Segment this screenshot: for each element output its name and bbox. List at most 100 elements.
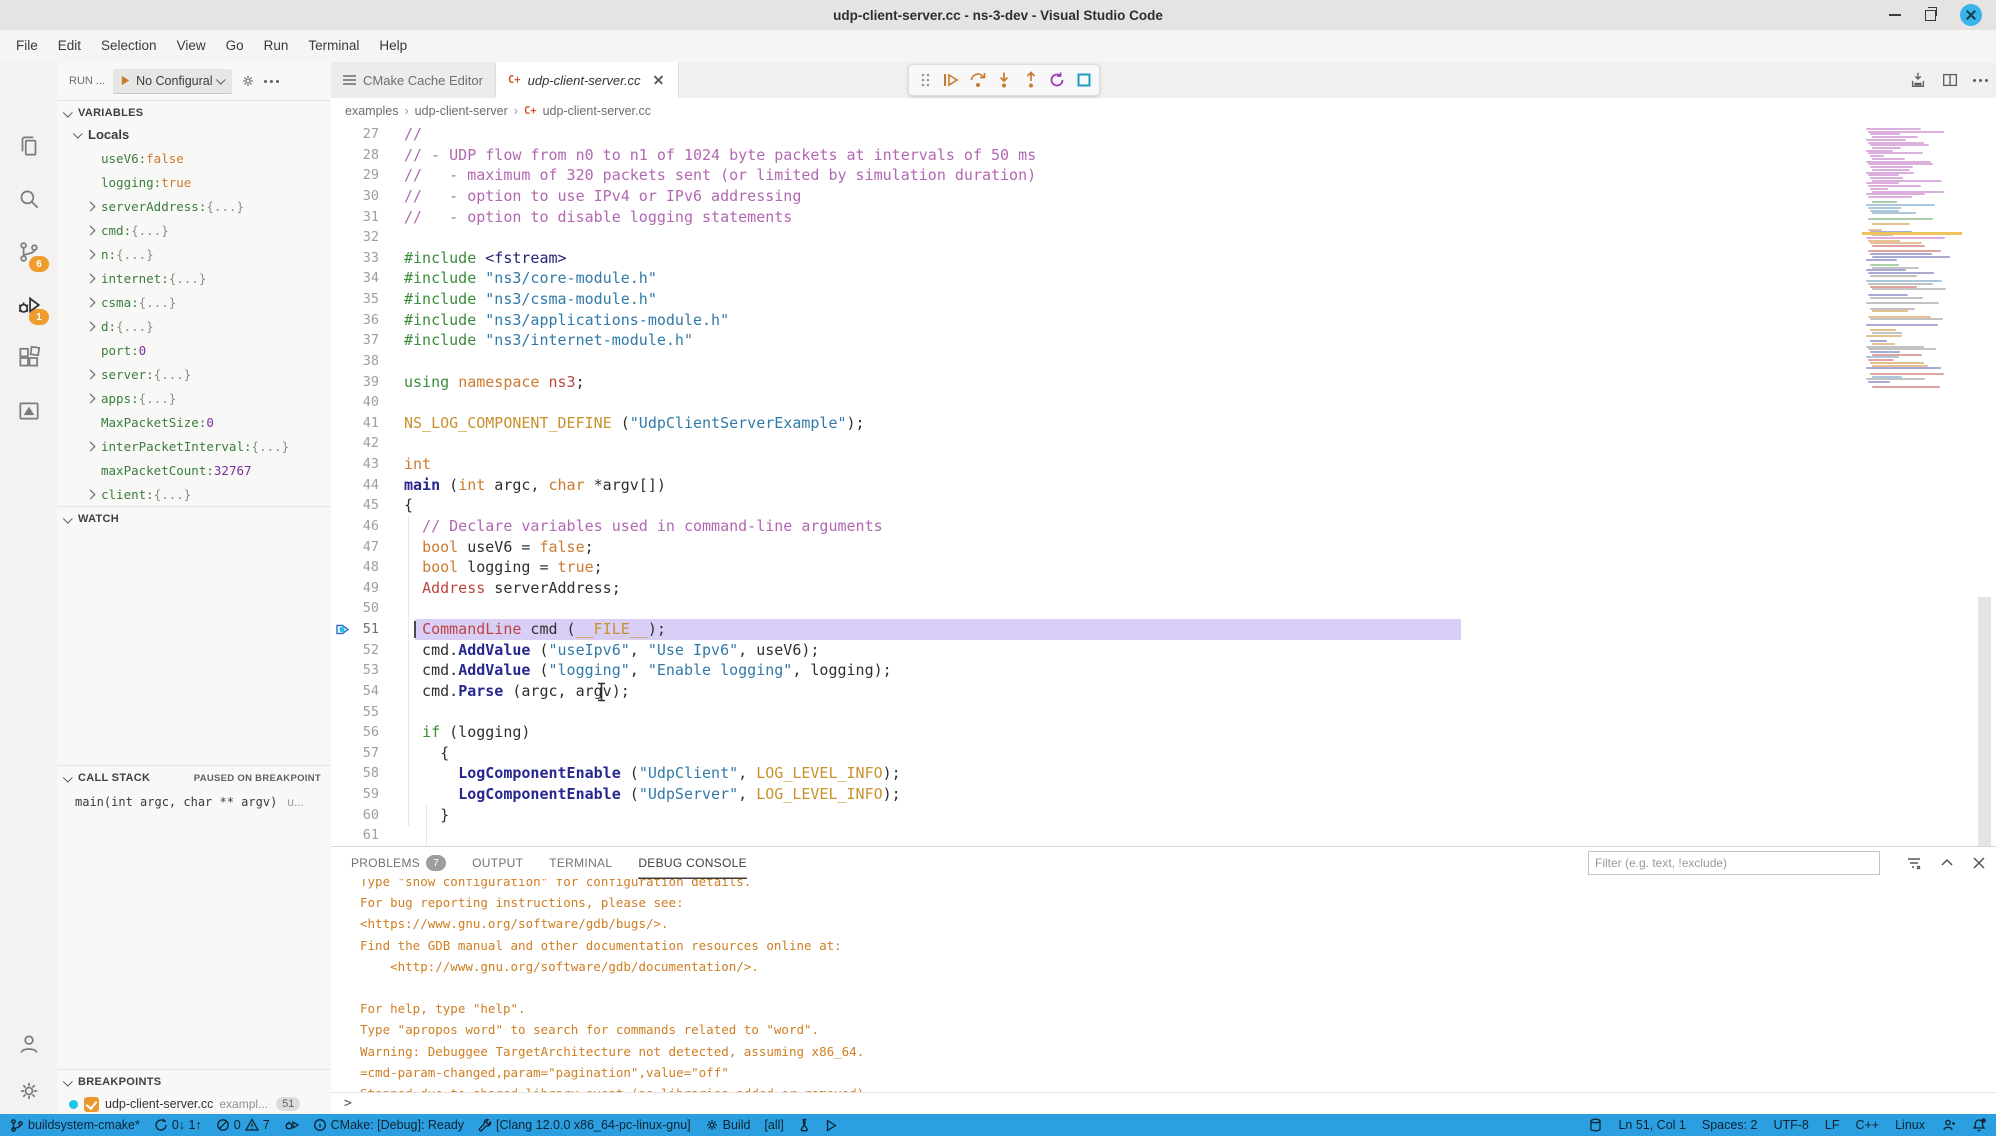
breadcrumb-item[interactable]: udp-client-server bbox=[415, 104, 508, 118]
run-and-debug-icon[interactable]: 1 bbox=[0, 281, 57, 329]
breakpoint-checkbox[interactable] bbox=[84, 1097, 99, 1112]
gutter[interactable] bbox=[379, 743, 404, 764]
tab-debug-console[interactable]: DEBUG CONSOLE bbox=[638, 847, 747, 879]
variable-row[interactable]: port: 0 bbox=[57, 338, 331, 362]
cmake-status[interactable]: CMake: [Debug]: Ready bbox=[313, 1118, 464, 1132]
remote-cache-indicator[interactable] bbox=[1589, 1118, 1602, 1132]
line-number[interactable]: 30 bbox=[331, 186, 379, 207]
variable-row[interactable]: server: {...} bbox=[57, 362, 331, 386]
line-number[interactable]: 41 bbox=[331, 413, 379, 434]
code-line[interactable]: 50 bbox=[331, 598, 1996, 619]
code-line[interactable]: 37#include "ns3/internet-module.h" bbox=[331, 330, 1996, 351]
gutter[interactable] bbox=[379, 537, 404, 558]
line-number[interactable]: 47 bbox=[331, 537, 379, 558]
gutter[interactable] bbox=[379, 763, 404, 784]
line-number[interactable]: 32 bbox=[331, 227, 379, 248]
manage-gear-icon[interactable] bbox=[0, 1067, 57, 1115]
menu-run[interactable]: Run bbox=[254, 30, 299, 62]
code-line[interactable]: 51 CommandLine cmd (__FILE__); bbox=[331, 619, 1996, 640]
gutter[interactable] bbox=[379, 248, 404, 269]
debug-step-out-icon[interactable] bbox=[1020, 69, 1042, 91]
gutter[interactable] bbox=[379, 186, 404, 207]
restore-icon[interactable] bbox=[1925, 10, 1936, 21]
gutter[interactable] bbox=[379, 722, 404, 743]
breakpoints-section-header[interactable]: BREAKPOINTS bbox=[57, 1069, 331, 1094]
stack-frame-row[interactable]: main(int argc, char ** argv) u... bbox=[57, 790, 331, 814]
variable-row[interactable]: apps: {...} bbox=[57, 386, 331, 410]
breadcrumb[interactable]: examples›udp-client-server›C+udp-client-… bbox=[331, 98, 1996, 124]
cursor-position[interactable]: Ln 51, Col 1 bbox=[1618, 1118, 1685, 1132]
close-panel-icon[interactable] bbox=[1972, 856, 1986, 870]
line-number[interactable]: 37 bbox=[331, 330, 379, 351]
cmake-build-button[interactable]: Build bbox=[705, 1118, 751, 1132]
sync-indicator[interactable]: 0↓ 1↑ bbox=[154, 1118, 202, 1132]
gutter[interactable] bbox=[379, 495, 404, 516]
feedback-button[interactable] bbox=[1941, 1118, 1956, 1132]
breadcrumb-item[interactable]: udp-client-server.cc bbox=[543, 104, 651, 118]
gutter[interactable] bbox=[379, 310, 404, 331]
launch-button[interactable] bbox=[825, 1119, 837, 1132]
gutter[interactable] bbox=[379, 619, 404, 640]
menu-terminal[interactable]: Terminal bbox=[298, 30, 369, 62]
locals-scope-row[interactable]: Locals bbox=[57, 122, 331, 146]
code-line[interactable]: 45{ bbox=[331, 495, 1996, 516]
line-number[interactable]: 43 bbox=[331, 454, 379, 475]
explorer-icon[interactable] bbox=[0, 122, 57, 170]
code-line[interactable]: 29// - maximum of 320 packets sent (or l… bbox=[331, 165, 1996, 186]
source-control-icon[interactable]: 6 bbox=[0, 228, 57, 276]
variable-row[interactable]: logging: true bbox=[57, 170, 331, 194]
code-line[interactable]: 42 bbox=[331, 433, 1996, 454]
breakpoint-row[interactable]: udp-client-server.cc exampl... 51 bbox=[57, 1093, 331, 1114]
extensions-icon[interactable] bbox=[0, 334, 57, 382]
line-number[interactable]: 58 bbox=[331, 763, 379, 784]
gutter[interactable] bbox=[379, 681, 404, 702]
line-number[interactable]: 46 bbox=[331, 516, 379, 537]
code-line[interactable]: 55 bbox=[331, 702, 1996, 723]
debug-config-dropdown[interactable]: No Configural bbox=[113, 69, 231, 94]
code-line[interactable]: 35#include "ns3/csma-module.h" bbox=[331, 289, 1996, 310]
gutter[interactable] bbox=[379, 557, 404, 578]
branch-indicator[interactable]: buildsystem-cmake* bbox=[10, 1118, 140, 1133]
gutter[interactable] bbox=[379, 413, 404, 434]
tab-terminal[interactable]: TERMINAL bbox=[549, 847, 612, 879]
more-actions-icon[interactable] bbox=[1973, 79, 1988, 82]
gutter[interactable] bbox=[379, 372, 404, 393]
line-number[interactable]: 40 bbox=[331, 392, 379, 413]
variable-row[interactable]: csma: {...} bbox=[57, 290, 331, 314]
test-explorer-icon[interactable] bbox=[0, 387, 57, 435]
gutter[interactable] bbox=[379, 268, 404, 289]
gutter[interactable] bbox=[379, 640, 404, 661]
gutter[interactable] bbox=[379, 454, 404, 475]
code-line[interactable]: 60 } bbox=[331, 805, 1996, 826]
code-line[interactable]: 39using namespace ns3; bbox=[331, 372, 1996, 393]
gutter[interactable] bbox=[379, 516, 404, 537]
menu-selection[interactable]: Selection bbox=[91, 30, 167, 62]
debug-console-input[interactable]: > bbox=[331, 1092, 1996, 1113]
variable-row[interactable]: useV6: false bbox=[57, 146, 331, 170]
code-line[interactable]: 59 LogComponentEnable ("UdpServer", LOG_… bbox=[331, 784, 1996, 805]
gutter[interactable] bbox=[379, 578, 404, 599]
cmake-kit[interactable]: [Clang 12.0.0 x86_64-pc-linux-gnu] bbox=[478, 1118, 691, 1132]
line-number[interactable]: 33 bbox=[331, 248, 379, 269]
code-line[interactable]: 32 bbox=[331, 227, 1996, 248]
maximize-panel-icon[interactable] bbox=[1940, 856, 1954, 870]
line-number[interactable]: 57 bbox=[331, 743, 379, 764]
code-line[interactable]: 58 LogComponentEnable ("UdpClient", LOG_… bbox=[331, 763, 1996, 784]
debug-status-indicator[interactable] bbox=[284, 1118, 299, 1132]
minimize-icon[interactable] bbox=[1889, 14, 1901, 16]
code-line[interactable]: 48 bool logging = true; bbox=[331, 557, 1996, 578]
more-actions-icon[interactable] bbox=[264, 80, 279, 83]
code-line[interactable]: 61 bbox=[331, 825, 1996, 846]
code-line[interactable]: 53 cmd.AddValue ("logging", "Enable logg… bbox=[331, 660, 1996, 681]
watch-section-header[interactable]: WATCH bbox=[57, 506, 331, 531]
account-icon[interactable] bbox=[0, 1020, 57, 1068]
indentation-indicator[interactable]: Spaces: 2 bbox=[1702, 1118, 1758, 1132]
gutter[interactable] bbox=[379, 289, 404, 310]
minimap[interactable] bbox=[1862, 124, 1962, 424]
line-number[interactable]: 56 bbox=[331, 722, 379, 743]
code-line[interactable]: 52 cmd.AddValue ("useIpv6", "Use Ipv6", … bbox=[331, 640, 1996, 661]
os-indicator[interactable]: Linux bbox=[1895, 1118, 1925, 1132]
code-line[interactable]: 28// - UDP flow from n0 to n1 of 1024 by… bbox=[331, 145, 1996, 166]
gutter[interactable] bbox=[379, 784, 404, 805]
menu-view[interactable]: View bbox=[167, 30, 216, 62]
